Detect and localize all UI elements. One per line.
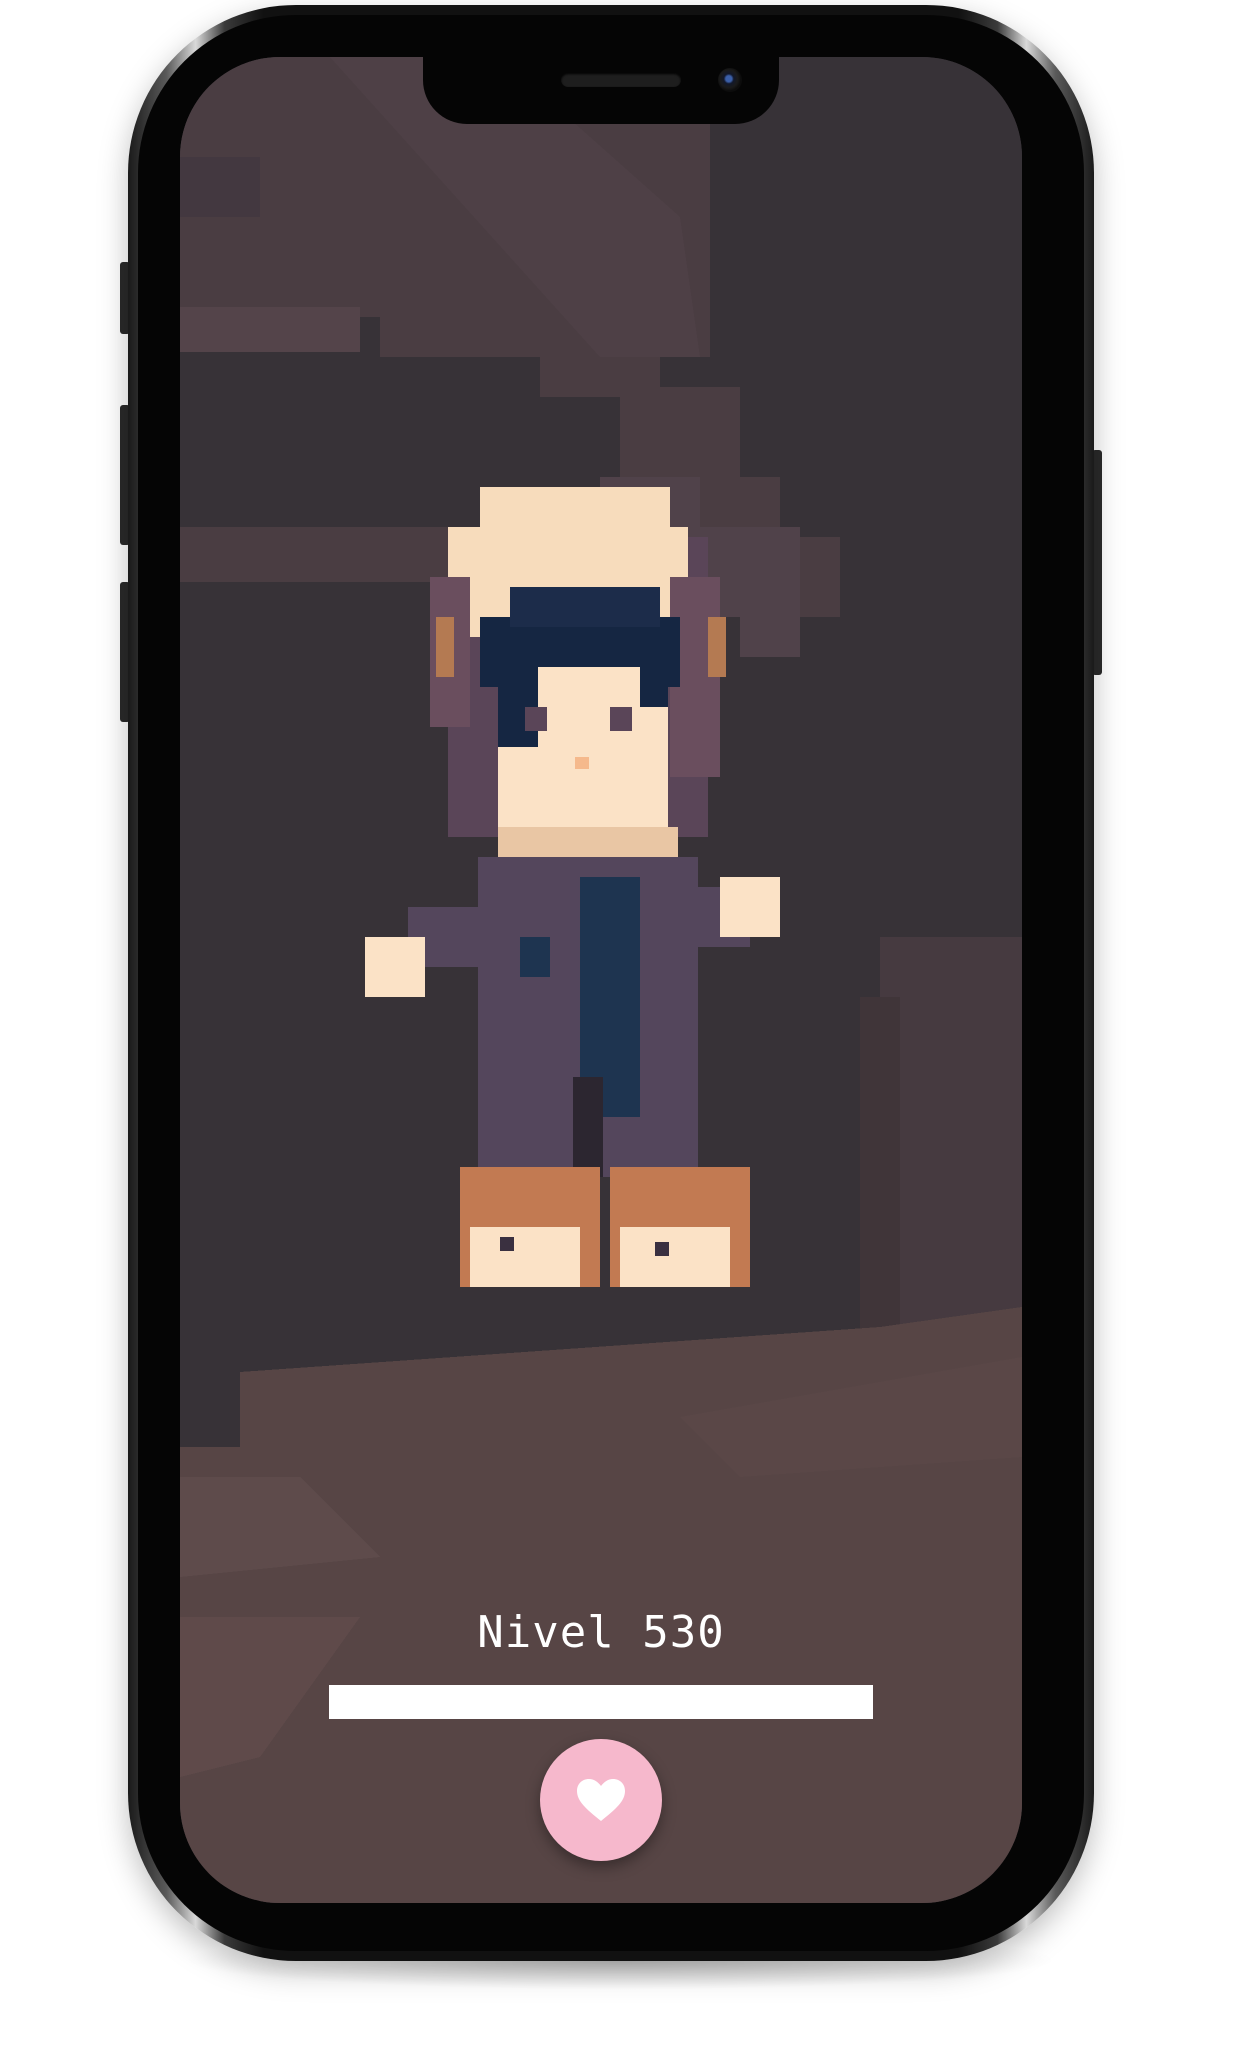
right-pillar bbox=[880, 937, 1022, 1337]
speaker-grille bbox=[561, 73, 681, 87]
like-button[interactable] bbox=[540, 1739, 662, 1861]
level-label: Nivel 530 bbox=[477, 1607, 725, 1658]
app-screen: Nivel 530 bbox=[180, 57, 1022, 1903]
front-camera bbox=[718, 68, 742, 92]
level-progress-bar bbox=[329, 1685, 873, 1719]
heart-icon bbox=[577, 1779, 625, 1821]
wall-stripe-3 bbox=[180, 157, 260, 217]
level-progress-fill bbox=[329, 1685, 873, 1719]
notch bbox=[423, 57, 779, 124]
wall-stripe bbox=[180, 307, 360, 352]
right-pillar-shade bbox=[860, 997, 900, 1337]
phone-frame: Nivel 530 bbox=[128, 5, 1094, 1961]
